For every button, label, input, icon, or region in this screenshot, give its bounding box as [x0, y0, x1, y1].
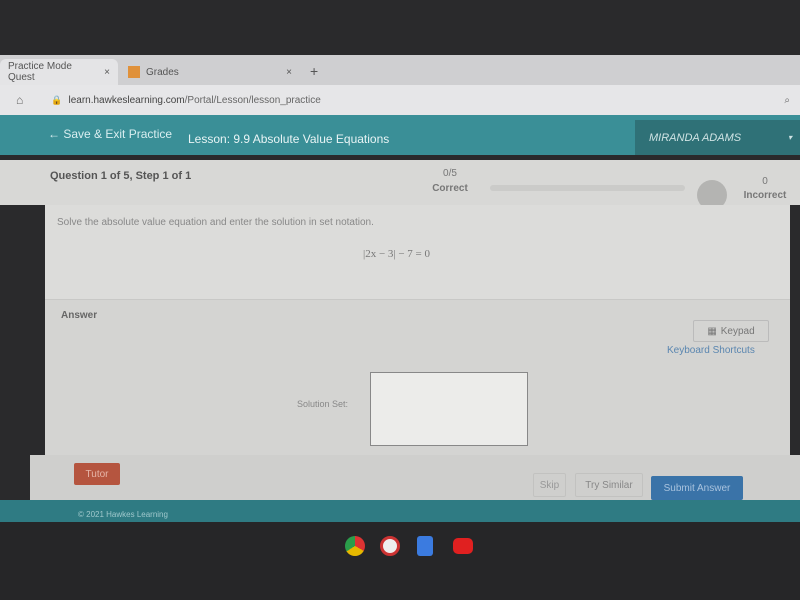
skip-button[interactable]: Skip	[533, 473, 566, 497]
gmail-icon[interactable]	[380, 536, 400, 556]
save-exit-label: Save & Exit Practice	[63, 127, 173, 141]
url-domain: learn.hawkeslearning.com	[68, 94, 185, 106]
action-bar: Tutor Skip Try Similar Submit Answer	[30, 455, 800, 503]
docs-icon[interactable]	[417, 536, 433, 556]
question-label: Question 1 of 5, Step 1 of 1	[50, 170, 192, 182]
incorrect-label: Incorrect	[743, 190, 787, 201]
question-status-bar: Question 1 of 5, Step 1 of 1 0/5 Correct …	[0, 160, 800, 210]
tab-label: Grades	[146, 66, 179, 78]
lock-icon: 🔒	[51, 94, 63, 105]
tutor-button[interactable]: Tutor	[74, 463, 120, 485]
lesson-title: Lesson: 9.9 Absolute Value Equations	[188, 132, 390, 146]
footer: © 2021 Hawkes Learning	[0, 500, 800, 522]
chrome-icon[interactable]	[345, 536, 365, 556]
correct-counter: 0/5 Correct	[425, 166, 475, 196]
solution-set-label: Solution Set:	[297, 399, 349, 409]
correct-count: 0/5	[443, 168, 457, 179]
close-tab-icon[interactable]: ×	[286, 67, 292, 78]
address-bar[interactable]: ⌂ 🔒 learn.hawkeslearning.com/Portal/Less…	[0, 85, 800, 115]
incorrect-counter: 0 Incorrect	[735, 175, 795, 203]
tab-grades[interactable]: Grades ×	[120, 59, 300, 85]
tab-practice-mode[interactable]: Practice Mode Quest ×	[0, 59, 118, 85]
url-path: /Portal/Lesson/lesson_practice	[184, 94, 321, 106]
tab-label: Practice Mode Quest	[8, 61, 72, 83]
youtube-icon[interactable]	[453, 538, 473, 554]
solution-set-input[interactable]	[370, 372, 528, 446]
keypad-button[interactable]: ▦ Keypad	[693, 320, 769, 342]
try-similar-button[interactable]: Try Similar	[575, 473, 643, 497]
save-exit-button[interactable]: ← Save & Exit Practice	[48, 127, 172, 141]
keyboard-shortcuts-link[interactable]: Keyboard Shortcuts	[667, 345, 755, 356]
copyright: © 2021 Hawkes Learning	[78, 510, 168, 519]
taskbar	[0, 522, 800, 600]
caret-down-icon: ▾	[787, 133, 792, 142]
zoom-icon[interactable]: ⌕	[784, 95, 790, 106]
problem-equation: |2x − 3| − 7 = 0	[363, 248, 431, 260]
problem-instruction: Solve the absolute value equation and en…	[57, 217, 374, 228]
incorrect-count: 0	[762, 176, 768, 187]
user-name: MIRANDA ADAMS	[649, 131, 742, 144]
new-tab-button[interactable]: +	[310, 63, 318, 79]
submit-answer-button[interactable]: Submit Answer	[651, 476, 743, 500]
problem-panel: Solve the absolute value equation and en…	[45, 205, 790, 300]
close-tab-icon[interactable]: ×	[104, 67, 110, 78]
browser-tab-bar: Practice Mode Quest × Grades × +	[0, 55, 800, 85]
user-menu[interactable]: MIRANDA ADAMS ▾	[635, 120, 800, 155]
home-icon[interactable]: ⌂	[16, 93, 23, 107]
progress-bar	[490, 185, 685, 191]
correct-label: Correct	[432, 183, 468, 194]
keypad-label: Keypad	[720, 325, 755, 337]
calculator-icon: ▦	[707, 325, 717, 337]
grades-favicon-icon	[128, 66, 140, 78]
answer-heading: Answer	[61, 310, 98, 321]
